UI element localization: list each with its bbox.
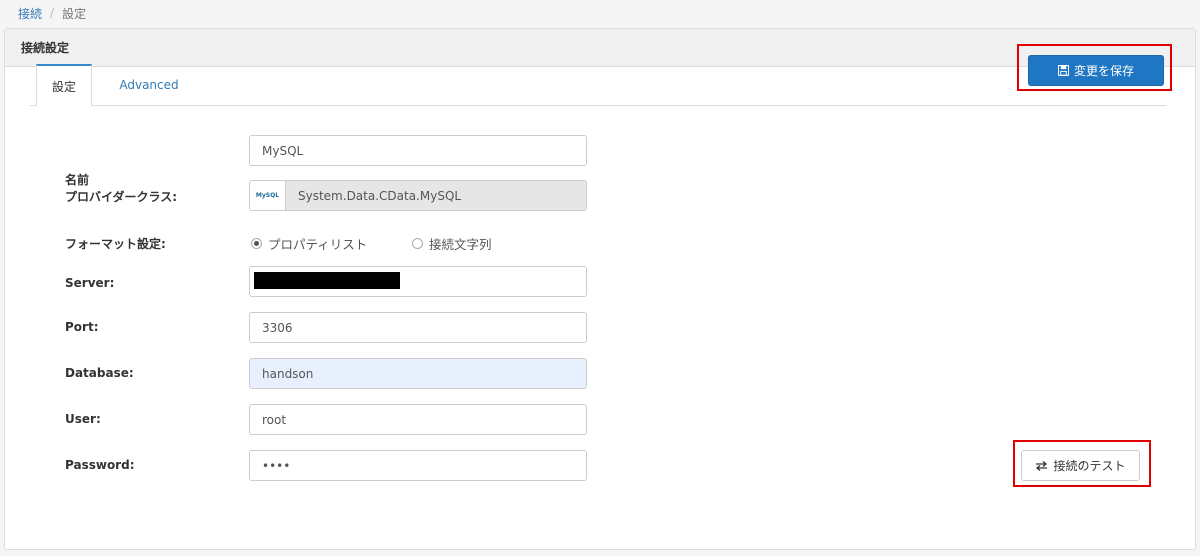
radio-selected[interactable] [251, 237, 262, 249]
format-label: フォーマット設定: [65, 237, 166, 251]
breadcrumb-current: 設定 [62, 6, 87, 21]
floppy-disk-icon [1057, 65, 1069, 76]
breadcrumb-separator: / [50, 6, 55, 20]
provider-field: MySQL System.Data.CData.MySQL [249, 180, 587, 211]
database-input[interactable]: handson [249, 358, 587, 389]
connection-string-label: 接続文字列 [429, 236, 492, 252]
port-label: Port: [65, 320, 99, 334]
property-list-label: プロパティリスト [268, 236, 368, 252]
name-label: 名前 [65, 173, 90, 187]
port-input[interactable]: 3306 [249, 312, 587, 343]
tab-settings[interactable]: 設定 [36, 64, 92, 107]
breadcrumb: 接続 / 設定 [18, 4, 86, 22]
save-changes-button[interactable]: 変更を保存 [1028, 55, 1164, 86]
provider-label: プロバイダークラス: [65, 190, 178, 204]
save-changes-label: 変更を保存 [1073, 64, 1134, 78]
user-input[interactable]: root [249, 404, 587, 435]
radio-unselected[interactable] [412, 237, 423, 249]
tab-bar: 設定 Advanced [30, 64, 1166, 107]
password-input[interactable]: •••• [249, 450, 587, 481]
server-label: Server: [65, 276, 115, 290]
database-label: Database: [65, 366, 134, 380]
tab-advanced[interactable]: Advanced [114, 64, 184, 106]
exchange-arrows-icon [1036, 460, 1048, 471]
mysql-logo-icon: MySQL [250, 181, 286, 210]
password-label: Password: [65, 458, 135, 472]
format-option-connection-string[interactable]: 接続文字列 [412, 234, 492, 252]
server-redacted-value [254, 272, 400, 289]
test-connection-button[interactable]: 接続のテスト [1021, 450, 1140, 481]
user-label: User: [65, 412, 101, 426]
format-option-property-list[interactable]: プロパティリスト [251, 234, 367, 252]
test-connection-label: 接続のテスト [1053, 459, 1126, 473]
provider-value: System.Data.CData.MySQL [286, 181, 586, 210]
breadcrumb-link-connections[interactable]: 接続 [18, 5, 42, 22]
name-input[interactable]: MySQL [249, 135, 587, 166]
